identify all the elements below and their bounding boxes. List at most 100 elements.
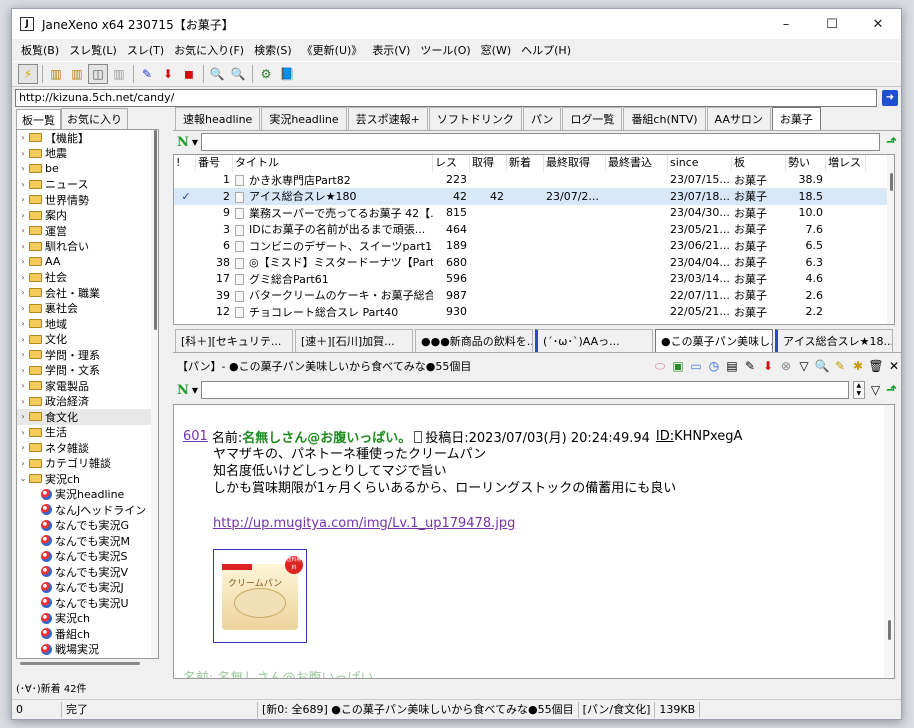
tree-folder[interactable]: › AA (17, 254, 158, 270)
tree-folder[interactable]: › ニュース (17, 177, 158, 193)
refresh-arrow-icon[interactable]: ⬏ (886, 383, 897, 398)
tab-board-list[interactable]: 板一覧 (16, 109, 61, 130)
tree-folder[interactable]: › 文化 (17, 332, 158, 348)
write-icon[interactable]: ✎ (137, 64, 157, 84)
thread-row[interactable]: 12 チョコレート総合スレ Part40 930 22/05/21... お菓子 2.2 (174, 304, 894, 321)
board-tab[interactable]: 芸スポ速報+ (347, 107, 428, 130)
thread-tab[interactable]: [科＋][セキュリテ... (175, 329, 293, 352)
tree-folder[interactable]: › 【機能】 (17, 130, 158, 146)
expand-arrow-icon[interactable]: › (17, 335, 29, 344)
expand-arrow-icon[interactable]: › (17, 211, 29, 220)
tree-folder[interactable]: › 学問・文系 (17, 363, 158, 379)
tree-folder[interactable]: ⌄ 実況ch (17, 471, 158, 487)
panel-icon[interactable]: ▭ (687, 359, 705, 373)
menu-favorites[interactable]: お気に入り(F) (169, 42, 249, 58)
expand-arrow-icon[interactable]: › (17, 443, 29, 452)
clock-icon[interactable]: ◷ (705, 359, 723, 373)
col-title[interactable]: タイトル (233, 155, 433, 172)
menu-thread-list[interactable]: スレ覧(L) (64, 42, 122, 58)
expand-arrow-icon[interactable]: › (17, 288, 29, 297)
col-board[interactable]: 板 (732, 155, 786, 172)
tree-horizontal-scrollbar[interactable] (20, 662, 140, 665)
expand-arrow-icon[interactable]: › (17, 195, 29, 204)
thread-row[interactable]: 9 業務スーパーで売ってるお菓子 42【... 815 23/04/30... お菓子 1… (174, 205, 894, 222)
expand-arrow-icon[interactable]: › (17, 180, 29, 189)
tree-folder[interactable]: › 地震 (17, 146, 158, 162)
col-new[interactable]: 新着 (507, 155, 544, 172)
tree-folder[interactable]: › 政治経済 (17, 394, 158, 410)
expand-arrow-icon[interactable]: › (17, 273, 29, 282)
trash-icon[interactable]: 🗑 (867, 359, 885, 373)
expand-arrow-icon[interactable]: › (17, 133, 29, 142)
tree-board[interactable]: なんでも実況J (17, 580, 158, 596)
menu-help[interactable]: ヘルプ(H) (516, 42, 576, 58)
tree-folder[interactable]: › 社会 (17, 270, 158, 286)
tree-board[interactable]: なんでも実況V (17, 564, 158, 580)
url-input[interactable]: http://kizuna.5ch.net/candy/ (15, 89, 877, 107)
thread-tab-active[interactable]: ●この菓子パン美味し... (655, 329, 773, 352)
search-all-icon[interactable]: 🔍 (228, 64, 248, 84)
col-increase[interactable]: 増レス (826, 155, 866, 172)
tree-folder[interactable]: › 会社・職業 (17, 285, 158, 301)
board-tab[interactable]: AAサロン (706, 107, 771, 130)
download-icon[interactable]: ⬇ (158, 64, 178, 84)
chevron-down-icon[interactable]: ▼ (192, 138, 198, 147)
thread-row[interactable]: 39 バタークリームのケーキ・お菓子総合... 987 22/07/11... お菓子 2… (174, 287, 894, 304)
col-mark[interactable]: ! (174, 155, 196, 172)
thread-tab[interactable]: アイス総合スレ★18... (775, 329, 893, 352)
expand-arrow-icon[interactable]: › (17, 149, 29, 158)
thread-tab[interactable]: ●●●新商品の飲料を... (415, 329, 533, 352)
minimize-button[interactable]: – (763, 9, 809, 39)
thread-row[interactable]: 1 かき氷専門店Part82 223 23/07/15... お菓子 38.9 (174, 172, 894, 189)
tree-folder[interactable]: › カテゴリ雑談 (17, 456, 158, 472)
tab-favorites[interactable]: お気に入り (61, 108, 128, 129)
tree-board[interactable]: なんでも実況U (17, 595, 158, 611)
tree-folder[interactable]: › 学問・理系 (17, 347, 158, 363)
board-tab[interactable]: パン (522, 107, 562, 130)
image-link[interactable]: http://up.mugitya.com/img/Lv.1_up179478.… (213, 515, 742, 532)
col-last-post[interactable]: 最終書込 (606, 155, 668, 172)
filter-n-icon[interactable]: N (177, 135, 189, 150)
post-number-link[interactable]: 601 (183, 429, 208, 444)
expand-arrow-icon[interactable]: › (17, 366, 29, 375)
refresh-arrow-icon[interactable]: ⬏ (886, 135, 897, 150)
document-icon[interactable]: ▤ (723, 359, 741, 373)
image-icon[interactable]: ▣ (669, 359, 687, 373)
menu-window[interactable]: 窓(W) (476, 42, 516, 58)
tree-folder[interactable]: › 家電製品 (17, 378, 158, 394)
expand-arrow-icon[interactable]: › (17, 412, 29, 421)
tree-folder[interactable]: › 案内 (17, 208, 158, 224)
pane-layout-4-icon[interactable]: ▥ (109, 64, 129, 84)
expand-arrow-icon[interactable]: › (17, 242, 29, 251)
menu-board-list[interactable]: 板覧(B) (16, 42, 64, 58)
expand-arrow-icon[interactable]: › (17, 350, 29, 359)
thread-filter-input[interactable] (201, 133, 881, 151)
tree-folder[interactable]: › ネタ雑談 (17, 440, 158, 456)
board-tab-active[interactable]: お菓子 (771, 107, 821, 130)
expand-arrow-icon[interactable]: › (17, 164, 29, 173)
board-tab[interactable]: 実況headline (261, 107, 347, 130)
edit-icon[interactable]: ✎ (741, 359, 759, 373)
image-thumbnail[interactable]: クリームパン 送料無料 (213, 549, 307, 643)
tree-folder[interactable]: › 裏社会 (17, 301, 158, 317)
menu-thread[interactable]: スレ(T) (122, 42, 169, 58)
search-icon[interactable]: 🔍 (813, 359, 831, 373)
thread-row[interactable]: 6 コンビニのデザート、スイーツpart161 189 23/06/21... お菓子 6… (174, 238, 894, 255)
expand-arrow-icon[interactable]: › (17, 381, 29, 390)
menu-view[interactable]: 表示(V) (367, 42, 415, 58)
tree-folder[interactable]: › 地域 (17, 316, 158, 332)
menu-tools[interactable]: ツール(O) (415, 42, 475, 58)
thread-list-scrollbar[interactable] (887, 155, 894, 324)
board-tab[interactable]: 番組ch(NTV) (623, 107, 706, 130)
tree-folder[interactable]: › 世界情勢 (17, 192, 158, 208)
pane-layout-1-icon[interactable]: ▥ (46, 64, 66, 84)
expand-arrow-icon[interactable]: ⌄ (17, 474, 29, 483)
tree-board[interactable]: 番組ch (17, 626, 158, 642)
expand-arrow-icon[interactable]: › (17, 459, 29, 468)
poster-name[interactable]: 名無しさん@お腹いっぱい。 (242, 427, 411, 446)
pencil-icon[interactable]: ✎ (831, 359, 849, 373)
tree-board[interactable]: なんでも実況M (17, 533, 158, 549)
menu-update[interactable]: 《更新(U)》 (297, 42, 368, 58)
expand-arrow-icon[interactable]: › (17, 257, 29, 266)
col-force[interactable]: 勢い (786, 155, 826, 172)
